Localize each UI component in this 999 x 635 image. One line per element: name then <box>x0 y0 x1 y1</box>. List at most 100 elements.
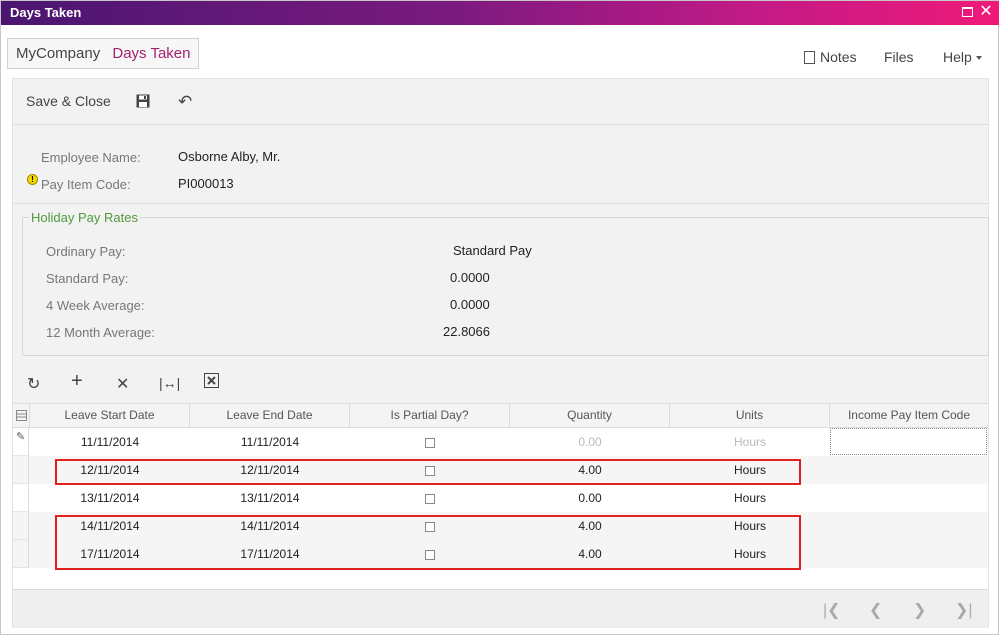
cell-partial-day[interactable] <box>350 428 510 456</box>
row-selector[interactable] <box>13 484 29 512</box>
window-title: Days Taken <box>10 5 82 20</box>
table-row[interactable]: 17/11/2014 17/11/2014 4.00 Hours <box>13 540 988 568</box>
notes-link[interactable]: Notes <box>804 49 857 65</box>
export-excel-icon[interactable] <box>204 373 219 393</box>
col-quantity[interactable]: Quantity <box>510 404 670 427</box>
col-income-pay-item-code[interactable]: Income Pay Item Code <box>830 404 988 427</box>
document-icon <box>804 51 815 64</box>
days-taken-window: Days Taken ✕ MyCompany Days Taken Notes … <box>0 0 999 635</box>
partial-day-checkbox[interactable] <box>425 493 435 504</box>
holiday-pay-rates-group: Holiday Pay Rates Ordinary Pay: Standard… <box>22 210 989 356</box>
partial-day-checkbox[interactable] <box>425 549 435 560</box>
last-page-icon[interactable]: ❯| <box>955 600 973 620</box>
cell-quantity[interactable]: 4.00 <box>510 456 670 484</box>
col-leave-start-date[interactable]: Leave Start Date <box>30 404 190 427</box>
employee-name-value[interactable]: Osborne Alby, Mr. <box>178 149 280 164</box>
four-week-average-value: 0.0000 <box>450 297 490 312</box>
cell-start-date[interactable]: 14/11/2014 <box>30 512 190 540</box>
next-page-icon[interactable]: ❯ <box>913 600 926 620</box>
cell-units[interactable]: Hours <box>670 484 830 512</box>
four-week-average-label: 4 Week Average: <box>46 298 145 313</box>
days-taken-grid: Leave Start Date Leave End Date Is Parti… <box>13 403 988 589</box>
breadcrumb-page: Days Taken <box>112 45 191 62</box>
ordinary-pay-value: Standard Pay <box>453 243 532 258</box>
cell-start-date[interactable]: 12/11/2014 <box>30 456 190 484</box>
cell-income-pay-item-code[interactable] <box>830 484 988 512</box>
cell-quantity[interactable]: 4.00 <box>510 512 670 540</box>
cell-start-date[interactable]: 11/11/2014 <box>30 428 190 456</box>
maximize-icon[interactable] <box>959 4 975 20</box>
pencil-icon: ✎ <box>16 431 26 443</box>
ordinary-pay-label: Ordinary Pay: <box>46 244 126 259</box>
cell-units[interactable]: Hours <box>670 540 830 568</box>
save-close-button[interactable]: Save & Close <box>26 93 111 109</box>
help-label: Help <box>943 49 972 65</box>
previous-page-icon[interactable]: ❮ <box>869 600 882 620</box>
breadcrumb: MyCompany Days Taken <box>7 38 200 69</box>
cell-end-date[interactable]: 14/11/2014 <box>190 512 350 540</box>
grid-toolbar: ↻ + ✕ |↔| <box>13 365 988 403</box>
fit-columns-icon[interactable]: |↔| <box>159 375 180 391</box>
cell-partial-day[interactable] <box>350 484 510 512</box>
partial-day-checkbox[interactable] <box>425 521 435 532</box>
holiday-pay-rates-title: Holiday Pay Rates <box>29 210 140 225</box>
cell-units[interactable]: Hours <box>670 512 830 540</box>
breadcrumb-company[interactable]: MyCompany <box>16 45 100 62</box>
cell-end-date[interactable]: 12/11/2014 <box>190 456 350 484</box>
col-is-partial-day[interactable]: Is Partial Day? <box>350 404 510 427</box>
col-units[interactable]: Units <box>670 404 830 427</box>
files-link[interactable]: Files <box>884 49 914 65</box>
row-selector[interactable] <box>13 512 29 540</box>
close-icon[interactable]: ✕ <box>978 4 994 20</box>
partial-day-checkbox[interactable] <box>425 465 435 476</box>
row-selector[interactable] <box>13 540 29 568</box>
header-fields: Employee Name: Osborne Alby, Mr. ! Pay I… <box>13 126 988 204</box>
col-leave-end-date[interactable]: Leave End Date <box>190 404 350 427</box>
pay-item-code-label: Pay Item Code: <box>41 177 131 192</box>
partial-day-checkbox[interactable] <box>425 437 435 448</box>
notes-label: Notes <box>820 49 857 65</box>
cell-end-date[interactable]: 11/11/2014 <box>190 428 350 456</box>
delete-row-icon[interactable]: ✕ <box>116 374 129 394</box>
twelve-month-average-label: 12 Month Average: <box>46 325 155 340</box>
cell-quantity[interactable]: 0.00 <box>510 428 670 456</box>
undo-icon[interactable]: ↶ <box>178 92 192 112</box>
first-page-icon[interactable]: |❮ <box>823 600 841 620</box>
cell-partial-day[interactable] <box>350 540 510 568</box>
row-selector-header[interactable] <box>13 404 30 427</box>
help-menu[interactable]: Help <box>943 49 982 65</box>
cell-partial-day[interactable] <box>350 512 510 540</box>
table-row[interactable]: 14/11/2014 14/11/2014 4.00 Hours <box>13 512 988 540</box>
form-area: Save & Close ↶ Employee Name: Osborne Al… <box>12 78 989 628</box>
cell-income-pay-item-code[interactable] <box>830 512 988 540</box>
cell-start-date[interactable]: 17/11/2014 <box>30 540 190 568</box>
row-selector[interactable] <box>13 456 29 484</box>
table-row[interactable]: 13/11/2014 13/11/2014 0.00 Hours <box>13 484 988 512</box>
add-row-icon[interactable]: + <box>71 370 83 393</box>
pay-item-code-value[interactable]: PI000013 <box>178 176 234 191</box>
row-selector[interactable]: ✎ <box>13 428 29 456</box>
cell-quantity[interactable]: 4.00 <box>510 540 670 568</box>
table-row[interactable]: 12/11/2014 12/11/2014 4.00 Hours <box>13 456 988 484</box>
cell-end-date[interactable]: 13/11/2014 <box>190 484 350 512</box>
table-row[interactable]: ✎ 11/11/2014 11/11/2014 0.00 Hours <box>13 428 988 456</box>
cell-units[interactable]: Hours <box>670 456 830 484</box>
warning-icon: ! <box>27 174 38 185</box>
cell-end-date[interactable]: 17/11/2014 <box>190 540 350 568</box>
chevron-down-icon <box>975 56 982 60</box>
cell-quantity[interactable]: 0.00 <box>510 484 670 512</box>
cell-start-date[interactable]: 13/11/2014 <box>30 484 190 512</box>
save-icon[interactable] <box>136 94 150 108</box>
cell-income-pay-item-code[interactable] <box>830 428 987 455</box>
title-bar: Days Taken ✕ <box>1 1 999 25</box>
main-toolbar: Save & Close ↶ <box>13 79 988 125</box>
refresh-icon[interactable]: ↻ <box>27 374 40 394</box>
standard-pay-label: Standard Pay: <box>46 271 129 286</box>
cell-partial-day[interactable] <box>350 456 510 484</box>
grid-header: Leave Start Date Leave End Date Is Parti… <box>13 404 988 428</box>
twelve-month-average-value: 22.8066 <box>443 324 490 339</box>
cell-units[interactable]: Hours <box>670 428 830 456</box>
employee-name-label: Employee Name: <box>41 150 141 165</box>
cell-income-pay-item-code[interactable] <box>830 456 988 484</box>
cell-income-pay-item-code[interactable] <box>830 540 988 568</box>
